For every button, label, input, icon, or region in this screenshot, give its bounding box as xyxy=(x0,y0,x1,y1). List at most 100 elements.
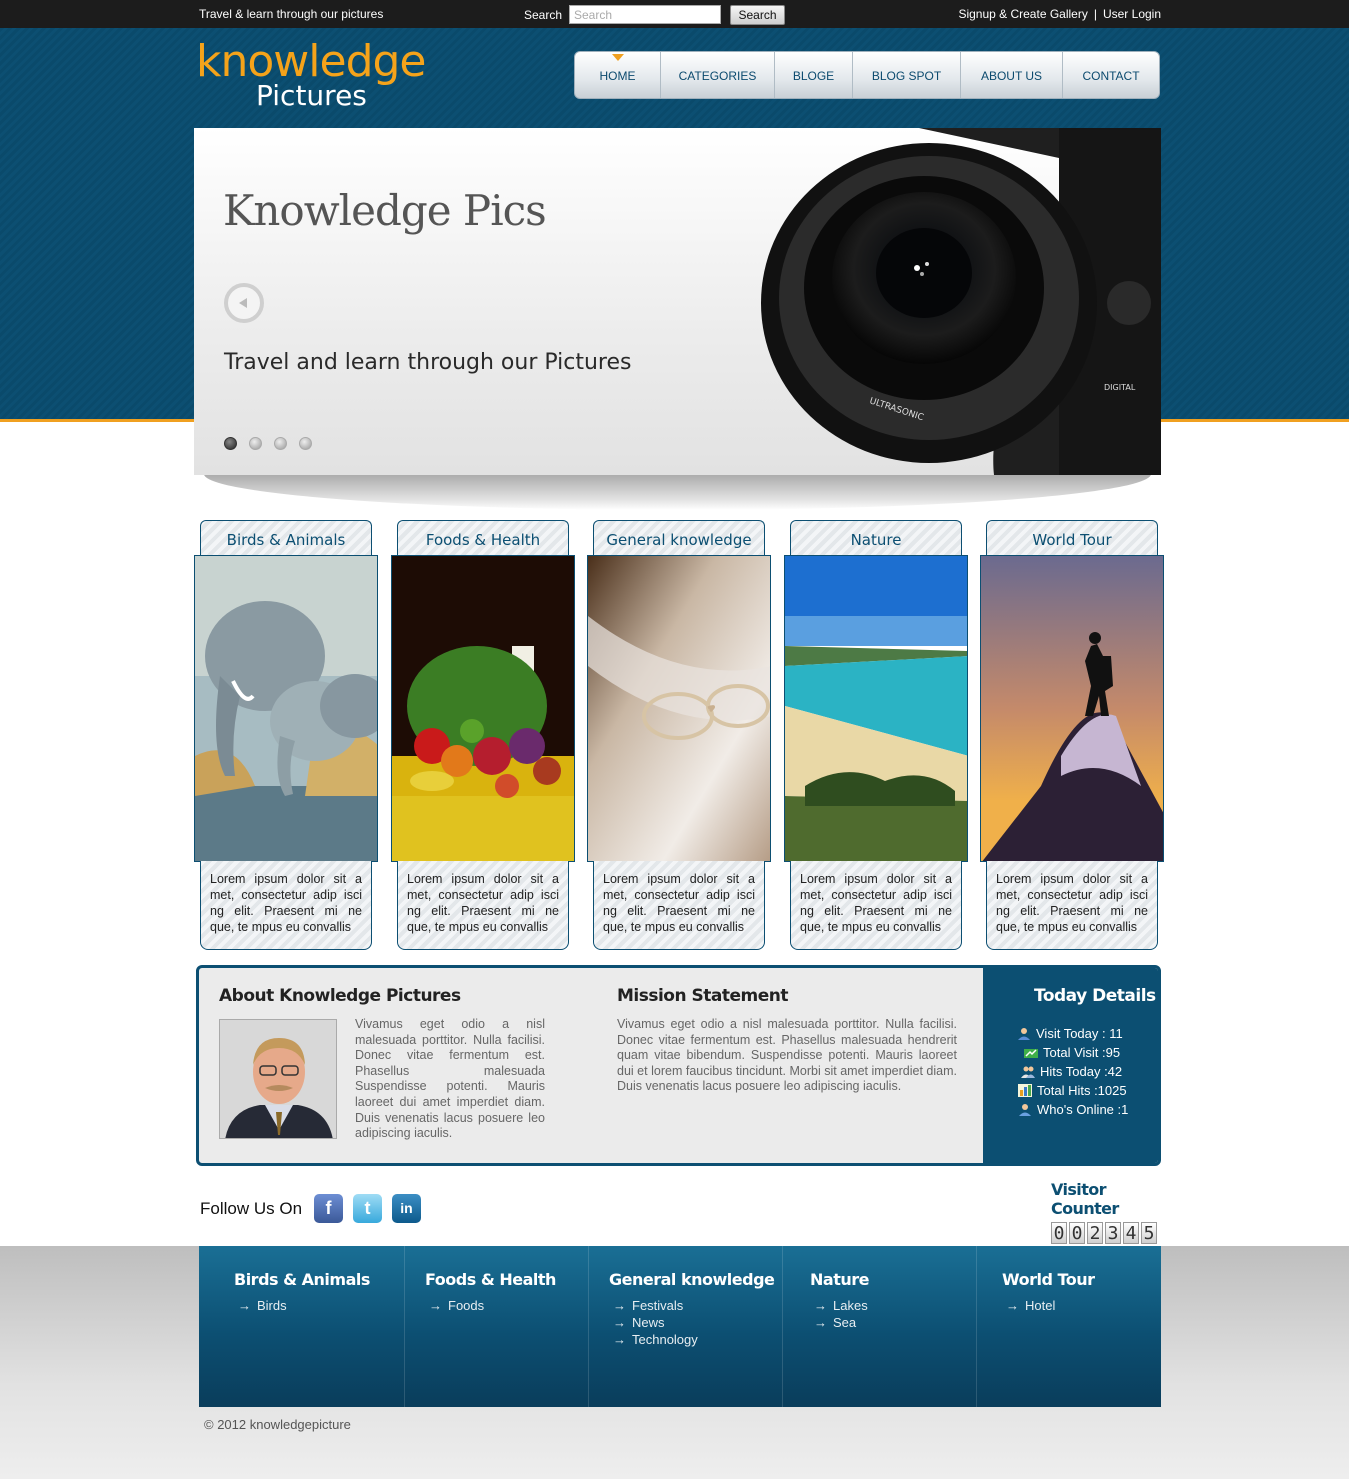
footer-column-title: Foods & Health xyxy=(425,1270,556,1289)
footer-link-label: Technology xyxy=(632,1332,698,1347)
slider-pagination xyxy=(224,437,312,450)
search-button[interactable]: Search xyxy=(730,5,785,25)
beach-image[interactable] xyxy=(784,555,968,862)
site-logo[interactable]: knowledge Pictures xyxy=(196,36,446,116)
category-title[interactable]: Birds & Animals xyxy=(200,520,372,556)
signup-link[interactable]: Signup & Create Gallery xyxy=(958,7,1087,21)
nav-label: BLOG SPOT xyxy=(871,69,942,83)
top-bar: Travel & learn through our pictures Sear… xyxy=(0,0,1349,28)
nav-about-us[interactable]: ABOUT US xyxy=(961,52,1063,98)
linkedin-icon[interactable]: in xyxy=(392,1194,422,1223)
stat-label: Total Visit :95 xyxy=(1043,1045,1121,1060)
footer-link-label: Birds xyxy=(257,1298,287,1313)
stat-visit-today: Visit Today : 11 xyxy=(1017,1024,1128,1043)
category-card[interactable]: Foods & Health Lorem ipsum dolor sit a m… xyxy=(391,520,575,950)
footer-link[interactable]: → Festivals xyxy=(613,1297,782,1314)
nav-contact[interactable]: CONTACT xyxy=(1063,52,1159,98)
footer-column: Nature → Lakes → Sea xyxy=(783,1246,977,1407)
footer-column: Foods & Health → Foods xyxy=(405,1246,589,1407)
today-stats: Visit Today : 11 Total Visit :95 Hits To… xyxy=(1017,1024,1128,1119)
arrow-right-icon: → xyxy=(613,1332,626,1347)
category-cards: Birds & Animals Lorem ipsum dolor sit a … xyxy=(194,520,1164,950)
food-image[interactable] xyxy=(391,555,575,862)
category-description: Lorem ipsum dolor sit a met, consectetur… xyxy=(593,861,765,950)
nav-home[interactable]: HOME xyxy=(575,52,661,98)
author-photo xyxy=(219,1019,337,1139)
follow-us: Follow Us On f t in xyxy=(200,1194,431,1223)
stat-label: Hits Today :42 xyxy=(1040,1064,1123,1079)
footer-link[interactable]: → Sea xyxy=(814,1314,976,1331)
about-title: About Knowledge Pictures xyxy=(219,986,461,1006)
counter-digit: 0 xyxy=(1069,1222,1085,1244)
nav-bloge[interactable]: BLOGE xyxy=(775,52,853,98)
about-text: Vivamus eget odio a nisl malesuada portt… xyxy=(355,1017,545,1141)
glasses-book-image[interactable] xyxy=(587,555,771,862)
category-title[interactable]: World Tour xyxy=(986,520,1158,556)
footer-column-title: General knowledge xyxy=(609,1270,775,1289)
category-title[interactable]: Foods & Health xyxy=(397,520,569,556)
hero-slider: Knowledge Pics Travel and learn through … xyxy=(194,128,1161,475)
footer-link-label: Festivals xyxy=(632,1298,684,1313)
category-card[interactable]: General knowledge Lorem ipsum dolor sit … xyxy=(587,520,771,950)
elephant-image[interactable] xyxy=(194,555,378,862)
twitter-icon[interactable]: t xyxy=(353,1194,383,1223)
online-user-icon xyxy=(1019,1104,1031,1116)
slider-prev-arrow-icon[interactable] xyxy=(224,283,264,323)
footer-link[interactable]: → Hotel xyxy=(1006,1297,1161,1314)
logo-text-secondary: Pictures xyxy=(256,79,367,112)
footer-link-label: Foods xyxy=(448,1298,485,1313)
login-link[interactable]: User Login xyxy=(1103,7,1161,21)
footer-link[interactable]: → Technology xyxy=(613,1331,782,1348)
footer-links: Birds & Animals → Birds Foods & Health → F… xyxy=(199,1246,1161,1407)
category-card[interactable]: World Tour Lorem ipsum dolor sit a met, … xyxy=(980,520,1164,950)
search-input[interactable] xyxy=(569,5,721,24)
nav-categories[interactable]: CATEGORIES xyxy=(661,52,775,98)
arrow-right-icon: → xyxy=(238,1298,251,1313)
counter-digit: 4 xyxy=(1123,1222,1139,1244)
info-panel: About Knowledge Pictures Vivamus eget od… xyxy=(196,965,1161,1166)
slider-dot[interactable] xyxy=(299,437,312,450)
users-icon xyxy=(1021,1066,1035,1078)
chart-icon xyxy=(1024,1049,1038,1058)
arrow-right-icon: → xyxy=(429,1298,442,1313)
arrow-right-icon: → xyxy=(814,1298,827,1313)
account-links: Signup & Create Gallery | User Login xyxy=(958,7,1161,21)
about-section: About Knowledge Pictures Vivamus eget od… xyxy=(219,986,545,1140)
arrow-right-icon: → xyxy=(814,1315,827,1330)
footer-link-label: Sea xyxy=(833,1315,857,1330)
nav-label: CONTACT xyxy=(1082,69,1140,83)
footer-link[interactable]: → Foods xyxy=(429,1297,588,1314)
slider-dot[interactable] xyxy=(224,437,237,450)
slider-shadow xyxy=(204,474,1151,510)
svg-text:DIGITAL: DIGITAL xyxy=(1104,383,1136,392)
category-title[interactable]: Nature xyxy=(790,520,962,556)
slider-dot[interactable] xyxy=(274,437,287,450)
visitor-counter: Visitor Counter 0 0 2 3 4 5 xyxy=(1051,1180,1157,1244)
category-card[interactable]: Birds & Animals Lorem ipsum dolor sit a … xyxy=(194,520,378,950)
stat-label: Visit Today : 11 xyxy=(1036,1026,1123,1041)
footer-column-title: World Tour xyxy=(1002,1270,1095,1289)
counter-digit: 5 xyxy=(1141,1222,1157,1244)
category-title[interactable]: General knowledge xyxy=(593,520,765,556)
mission-title: Mission Statement xyxy=(617,986,788,1006)
facebook-icon[interactable]: f xyxy=(314,1194,344,1223)
footer-link[interactable]: → Birds xyxy=(238,1297,404,1314)
category-description: Lorem ipsum dolor sit a met, consectetur… xyxy=(986,861,1158,950)
arrow-right-icon: → xyxy=(613,1298,626,1313)
category-card[interactable]: Nature Lorem ipsum dolor sit a met, cons… xyxy=(784,520,968,950)
nav-blog-spot[interactable]: BLOG SPOT xyxy=(853,52,961,98)
footer-link[interactable]: → News xyxy=(613,1314,782,1331)
mountain-climber-image[interactable] xyxy=(980,555,1164,862)
stat-total-hits: Total Hits :1025 xyxy=(1017,1081,1128,1100)
slider-dot[interactable] xyxy=(249,437,262,450)
category-description: Lorem ipsum dolor sit a met, consectetur… xyxy=(397,861,569,950)
active-indicator-icon xyxy=(611,54,624,61)
footer-column-title: Birds & Animals xyxy=(234,1270,370,1289)
counter-digit: 0 xyxy=(1051,1222,1067,1244)
counter-digit: 3 xyxy=(1105,1222,1121,1244)
camera-image: ULTRASONIC DIGITAL xyxy=(761,128,1161,475)
slider-subtitle: Travel and learn through our Pictures xyxy=(224,350,632,375)
footer-link[interactable]: → Lakes xyxy=(814,1297,976,1314)
stat-hits-today: Hits Today :42 xyxy=(1017,1062,1128,1081)
arrow-right-icon: → xyxy=(613,1315,626,1330)
